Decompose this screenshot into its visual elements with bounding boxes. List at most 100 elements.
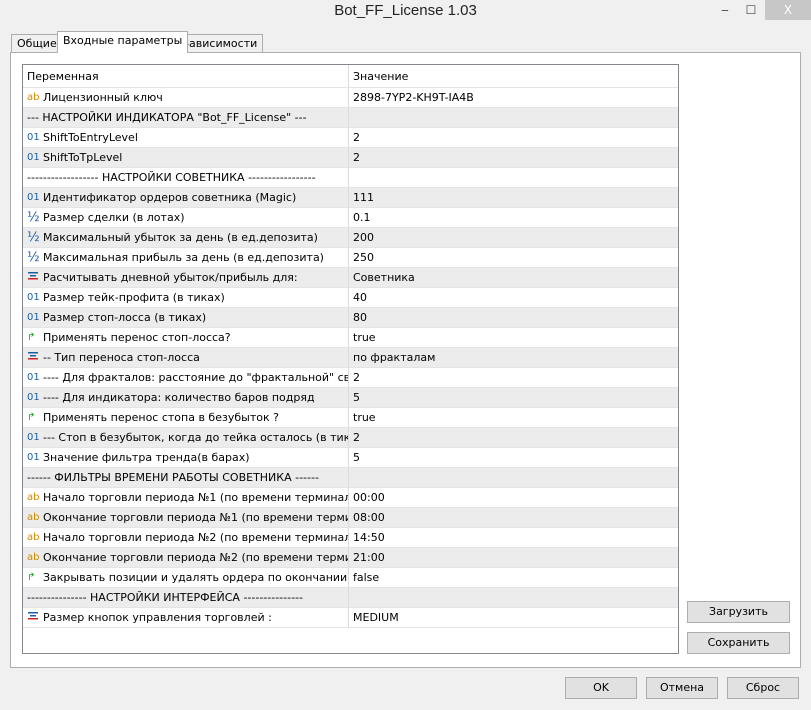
variable-name: Максимальный убыток за день (в ед.депози… [43, 231, 318, 244]
value-cell[interactable]: по фракталам [349, 348, 678, 367]
variable-name: Идентификатор ордеров советника (Magic) [43, 191, 297, 204]
table-row[interactable]: 01 Значение фильтра тренда(в барах) 5 [23, 448, 678, 468]
enum-icon [27, 611, 43, 624]
variable-cell: ab Начало торговли периода №2 (по времени… [23, 528, 349, 547]
table-row[interactable]: ab Окончание торговли периода №2 (по врем… [23, 548, 678, 568]
column-header-variable[interactable]: Переменная [23, 65, 349, 87]
table-row[interactable]: ab Начало торговли периода №1 (по времени… [23, 488, 678, 508]
tab-dependencies[interactable]: Зависимости [176, 34, 264, 53]
value-cell[interactable] [349, 588, 678, 607]
minimize-button[interactable]: ‒ [712, 0, 738, 20]
value-cell[interactable]: false [349, 568, 678, 587]
value-cell[interactable]: 2 [349, 148, 678, 167]
table-row[interactable]: ------------------ НАСТРОЙКИ СОВЕТНИКА -… [23, 168, 678, 188]
value-cell[interactable]: 80 [349, 308, 678, 327]
variable-cell: --- НАСТРОЙКИ ИНДИКАТОРА "Bot_FF_License… [23, 108, 349, 127]
variable-cell: --------------- НАСТРОЙКИ ИНТЕРФЕЙСА ---… [23, 588, 349, 607]
value-cell[interactable]: 14:50 [349, 528, 678, 547]
table-row[interactable]: ½ Размер сделки (в лотах) 0.1 [23, 208, 678, 228]
value-cell[interactable]: true [349, 328, 678, 347]
variable-cell: ab Начало торговли периода №1 (по времени… [23, 488, 349, 507]
value-cell[interactable]: 40 [349, 288, 678, 307]
value-cell[interactable]: 0.1 [349, 208, 678, 227]
value-cell[interactable] [349, 108, 678, 127]
table-row[interactable]: ab Лицензионный ключ 2898-7YP2-KH9T-IA4B [23, 88, 678, 108]
table-row[interactable]: 01 Размер стоп-лосса (в тиках) 80 [23, 308, 678, 328]
table-row[interactable]: 01 Идентификатор ордеров советника (Magic… [23, 188, 678, 208]
variable-cell: Расчитывать дневной убыток/прибыль для: [23, 268, 349, 287]
tab-inputs[interactable]: Входные параметры [57, 31, 189, 53]
table-row[interactable]: Расчитывать дневной убыток/прибыль для: С… [23, 268, 678, 288]
value-cell[interactable]: 21:00 [349, 548, 678, 567]
value-cell[interactable] [349, 168, 678, 187]
table-row[interactable]: ↱ Применять перенос стопа в безубыток ? tr… [23, 408, 678, 428]
variable-name: --- Стоп в безубыток, когда до тейка ост… [43, 431, 349, 444]
table-header: Переменная Значение [23, 65, 678, 88]
table-row[interactable]: 01 ---- Для фракталов: расстояние до "фра… [23, 368, 678, 388]
value-cell[interactable]: 5 [349, 388, 678, 407]
variable-cell: ab Окончание торговли периода №1 (по врем… [23, 508, 349, 527]
variable-cell: 01 Размер тейк-профита (в тиках) [23, 288, 349, 307]
variable-name: Применять перенос стопа в безубыток ? [43, 411, 279, 424]
table-row[interactable]: ab Окончание торговли периода №1 (по врем… [23, 508, 678, 528]
close-button[interactable]: X [765, 0, 811, 20]
variable-cell: ------ ФИЛЬТРЫ ВРЕМЕНИ РАБОТЫ СОВЕТНИКА … [23, 468, 349, 487]
parameters-table: Переменная Значение ab Лицензионный ключ 2… [22, 64, 679, 654]
value-cell[interactable]: MEDIUM [349, 608, 678, 627]
integer-icon: 01 [27, 132, 40, 143]
variable-cell: 01 ---- Для индикатора: количество баров … [23, 388, 349, 407]
save-button[interactable]: Сохранить [687, 632, 790, 654]
tab-general[interactable]: Общие [11, 34, 63, 53]
table-row[interactable]: ½ Максимальный убыток за день (в ед.депоз… [23, 228, 678, 248]
integer-icon: 01 [27, 392, 40, 403]
value-cell[interactable]: 2 [349, 128, 678, 147]
value-cell[interactable]: 2 [349, 428, 678, 447]
table-row[interactable]: ↱ Закрывать позиции и удалять ордера по о… [23, 568, 678, 588]
variable-name: Окончание торговли периода №2 (по времен… [43, 551, 349, 564]
cancel-button[interactable]: Отмена [646, 677, 718, 699]
variable-name: Размер тейк-профита (в тиках) [43, 291, 225, 304]
table-row[interactable]: --------------- НАСТРОЙКИ ИНТЕРФЕЙСА ---… [23, 588, 678, 608]
load-button[interactable]: Загрузить [687, 601, 790, 623]
value-cell[interactable]: 2898-7YP2-KH9T-IA4B [349, 88, 678, 107]
enum-icon [27, 271, 43, 284]
table-row[interactable]: ↱ Применять перенос стоп-лосса? true [23, 328, 678, 348]
variable-name: Размер стоп-лосса (в тиках) [43, 311, 207, 324]
table-row[interactable]: ½ Максимальная прибыль за день (в ед.депо… [23, 248, 678, 268]
value-cell[interactable]: 5 [349, 448, 678, 467]
value-cell[interactable]: 111 [349, 188, 678, 207]
variable-name: Начало торговли периода №1 (по времени т… [43, 491, 349, 504]
integer-icon: 01 [27, 452, 40, 463]
table-row[interactable]: ------ ФИЛЬТРЫ ВРЕМЕНИ РАБОТЫ СОВЕТНИКА … [23, 468, 678, 488]
bool-icon: ↱ [27, 412, 36, 423]
table-row[interactable]: 01 --- Стоп в безубыток, когда до тейка о… [23, 428, 678, 448]
table-row[interactable]: 01 ShiftToEntryLevel 2 [23, 128, 678, 148]
variable-name: Применять перенос стоп-лосса? [43, 331, 231, 344]
column-header-value[interactable]: Значение [349, 65, 678, 87]
string-icon: ab [27, 492, 40, 503]
variable-cell: Размер кнопок управления торговлей : [23, 608, 349, 627]
variable-cell: ------------------ НАСТРОЙКИ СОВЕТНИКА -… [23, 168, 349, 187]
value-cell[interactable] [349, 468, 678, 487]
value-cell[interactable]: 200 [349, 228, 678, 247]
string-icon: ab [27, 552, 40, 563]
table-row[interactable]: 01 ---- Для индикатора: количество баров … [23, 388, 678, 408]
variable-cell: ↱ Применять перенос стопа в безубыток ? [23, 408, 349, 427]
table-row[interactable]: 01 Размер тейк-профита (в тиках) 40 [23, 288, 678, 308]
table-row[interactable]: ab Начало торговли периода №2 (по времени… [23, 528, 678, 548]
table-row[interactable]: Размер кнопок управления торговлей : MEDI… [23, 608, 678, 628]
ok-button[interactable]: OK [565, 677, 637, 699]
value-cell[interactable]: Советника [349, 268, 678, 287]
value-cell[interactable]: 08:00 [349, 508, 678, 527]
variable-cell: 01 Размер стоп-лосса (в тиках) [23, 308, 349, 327]
value-cell[interactable]: 00:00 [349, 488, 678, 507]
value-cell[interactable]: 2 [349, 368, 678, 387]
value-cell[interactable]: true [349, 408, 678, 427]
maximize-button[interactable]: ☐ [738, 0, 764, 20]
variable-cell: 01 --- Стоп в безубыток, когда до тейка о… [23, 428, 349, 447]
table-row[interactable]: -- Тип переноса стоп-лосса по фракталам [23, 348, 678, 368]
value-cell[interactable]: 250 [349, 248, 678, 267]
table-row[interactable]: 01 ShiftToTpLevel 2 [23, 148, 678, 168]
reset-button[interactable]: Сброс [727, 677, 799, 699]
table-row[interactable]: --- НАСТРОЙКИ ИНДИКАТОРА "Bot_FF_License… [23, 108, 678, 128]
